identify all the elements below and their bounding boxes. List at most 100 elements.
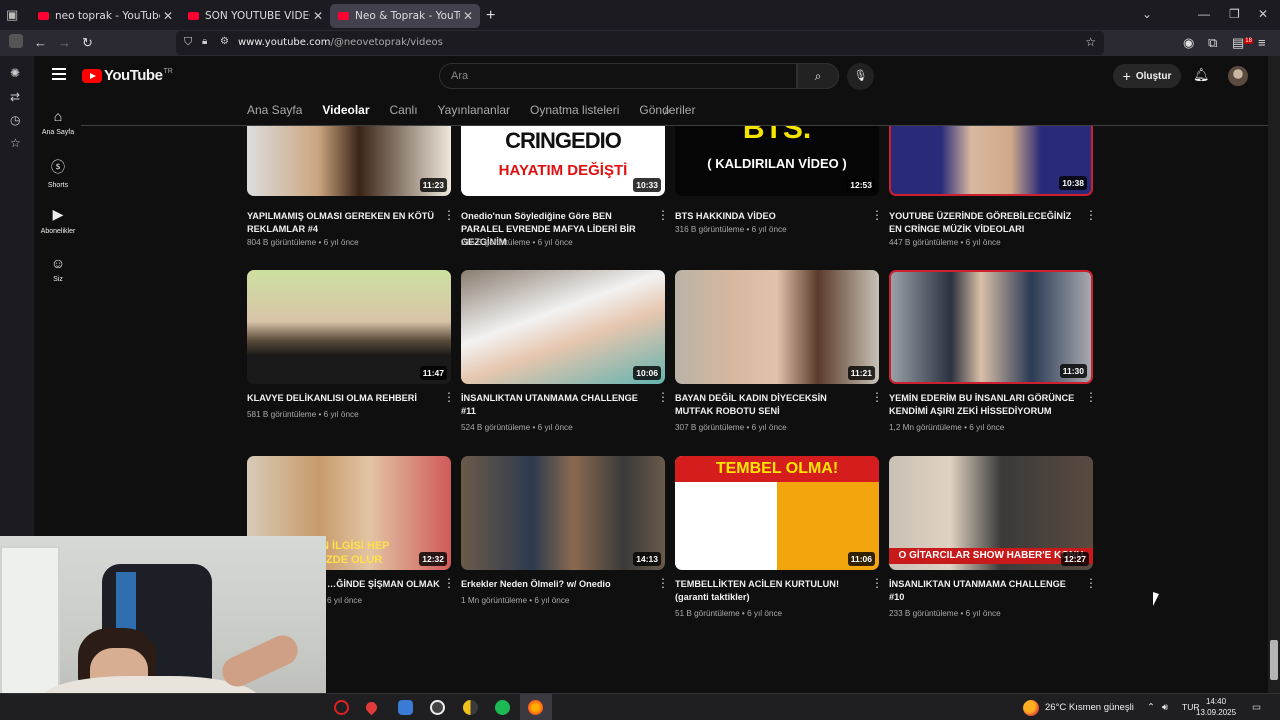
- maximize-icon[interactable]: ❐: [1229, 7, 1240, 21]
- video-card[interactable]: 11:23 YAPILMAMIŞ OLMASI GEREKEN EN KÖTÜ …: [247, 126, 455, 247]
- tab-playlists[interactable]: Oynatma listeleri: [530, 103, 619, 127]
- video-thumbnail[interactable]: TEMBEL OLMA! 11:06: [675, 456, 879, 570]
- video-thumbnail[interactable]: BTS. ( KALDIRILAN VİDEO ) 12:53: [675, 126, 879, 196]
- video-thumbnail[interactable]: 10:38: [889, 126, 1093, 196]
- channel-search-icon[interactable]: ⌕: [664, 104, 671, 119]
- video-thumbnail[interactable]: 11:47: [247, 270, 451, 384]
- extension-badge-icon[interactable]: ▤18: [1232, 35, 1253, 51]
- lock-icon[interactable]: 🔒︎: [202, 36, 207, 47]
- more-actions-icon[interactable]: ⋮: [1085, 577, 1097, 589]
- reload-icon[interactable]: ↻: [82, 35, 93, 51]
- app-icon[interactable]: [463, 700, 478, 715]
- video-title[interactable]: İNSANLIKTAN UTANMAMA CHALLENGE #10: [889, 578, 1077, 604]
- video-card[interactable]: 10:38 YOUTUBE ÜZERİNDE GÖREBİLECEĞİNİZ E…: [889, 126, 1097, 247]
- tray-chevron-up-icon[interactable]: ⌃: [1147, 702, 1155, 713]
- video-thumbnail[interactable]: 14:13: [461, 456, 665, 570]
- maps-icon[interactable]: [363, 699, 380, 716]
- tab-releases[interactable]: Yayınlananlar: [438, 103, 511, 127]
- video-title[interactable]: İNSANLIKTAN UTANMAMA CHALLENGE #11: [461, 392, 649, 418]
- steam-icon[interactable]: [430, 700, 445, 715]
- video-card[interactable]: 11:47 KLAVYE DELİKANLISI OLMA REHBERİ 58…: [247, 270, 455, 419]
- video-card[interactable]: 11:30 YEMİN EDERİM BU İNSANLARI GÖRÜNCE …: [889, 270, 1097, 432]
- more-actions-icon[interactable]: ⋮: [443, 577, 455, 589]
- more-actions-icon[interactable]: ⋮: [443, 209, 455, 221]
- video-thumbnail[interactable]: 10:06: [461, 270, 665, 384]
- more-actions-icon[interactable]: ⋮: [657, 391, 669, 403]
- close-tab-icon[interactable]: ✕: [460, 9, 476, 23]
- close-tab-icon[interactable]: ✕: [160, 9, 176, 23]
- more-actions-icon[interactable]: ⋮: [657, 577, 669, 589]
- sidebar-toggle-icon[interactable]: [9, 34, 23, 48]
- video-card[interactable]: 11:21 BAYAN DEĞİL KADIN DİYECEKSİN MUTFA…: [675, 270, 883, 432]
- search-input[interactable]: Ara: [439, 63, 797, 89]
- synced-tabs-icon[interactable]: ⇄: [10, 90, 20, 104]
- video-thumbnail[interactable]: 11:30: [889, 270, 1093, 384]
- video-title[interactable]: BAYAN DEĞİL KADIN DİYECEKSİN MUTFAK ROBO…: [675, 392, 863, 418]
- clock[interactable]: 14:40 13.09.2025: [1196, 696, 1236, 718]
- weather-text[interactable]: 26°C Kısmen güneşli: [1045, 702, 1134, 713]
- weather-icon[interactable]: [1023, 700, 1039, 716]
- account-icon[interactable]: ◉: [1183, 35, 1194, 51]
- video-card[interactable]: CRINGEDIO HAYATIM DEĞİŞTİ 10:33 Onedio'n…: [461, 126, 669, 247]
- voice-search-button[interactable]: 🎙︎: [847, 63, 874, 90]
- close-tab-icon[interactable]: ✕: [310, 9, 326, 23]
- video-title[interactable]: YEMİN EDERİM BU İNSANLARI GÖRÜNCE KENDİM…: [889, 392, 1077, 418]
- shield-icon[interactable]: ⛉: [184, 36, 192, 49]
- video-thumbnail[interactable]: CRINGEDIO HAYATIM DEĞİŞTİ 10:33: [461, 126, 665, 196]
- more-actions-icon[interactable]: ⋮: [1085, 391, 1097, 403]
- video-title[interactable]: YOUTUBE ÜZERİNDE GÖREBİLECEĞİNİZ EN CRİN…: [889, 210, 1077, 236]
- tab-live[interactable]: Canlı: [390, 103, 418, 127]
- opera-icon[interactable]: [334, 700, 349, 715]
- video-card[interactable]: O GİTARCILAR SHOW HABER'E KONU 12:27 İNS…: [889, 456, 1097, 618]
- video-card[interactable]: 10:06 İNSANLIKTAN UTANMAMA CHALLENGE #11…: [461, 270, 669, 432]
- bookmarks-icon[interactable]: ☆: [10, 136, 21, 150]
- more-actions-icon[interactable]: ⋮: [871, 577, 883, 589]
- video-thumbnail[interactable]: 11:21: [675, 270, 879, 384]
- menu-icon[interactable]: ≡: [1258, 35, 1266, 50]
- more-actions-icon[interactable]: ⋮: [443, 391, 455, 403]
- volume-icon[interactable]: 🔊︎: [1162, 702, 1168, 713]
- video-title[interactable]: TEMBELLİKTEN ACİLEN KURTULUN! (garanti t…: [675, 578, 863, 604]
- tab-home[interactable]: Ana Sayfa: [247, 103, 302, 127]
- video-card[interactable]: TEMBEL OLMA! 11:06 TEMBELLİKTEN ACİLEN K…: [675, 456, 883, 618]
- spotify-icon[interactable]: [495, 700, 510, 715]
- bookmark-star-icon[interactable]: ☆: [1085, 35, 1096, 49]
- more-actions-icon[interactable]: ⋮: [1085, 209, 1097, 221]
- video-title[interactable]: KLAVYE DELİKANLISI OLMA REHBERİ: [247, 392, 435, 405]
- video-title[interactable]: BTS HAKKINDA VİDEO: [675, 210, 863, 223]
- chevron-down-icon[interactable]: ⌄: [1142, 7, 1152, 21]
- notifications-bell-icon[interactable]: 🔔︎: [1193, 67, 1210, 83]
- ai-chat-icon[interactable]: ✺: [10, 66, 20, 80]
- forward-icon[interactable]: →: [58, 35, 71, 50]
- more-actions-icon[interactable]: ⋮: [871, 209, 883, 221]
- permissions-icon[interactable]: ⚙: [220, 36, 229, 47]
- video-title[interactable]: Erkekler Neden Ölmeli? w/ Onedio: [461, 578, 649, 591]
- close-window-icon[interactable]: ✕: [1258, 7, 1268, 21]
- browser-tab-3[interactable]: Neo & Toprak - YouTube ✕: [330, 4, 480, 28]
- url-bar[interactable]: ⛉ 🔒︎ ⚙ www.youtube.com/@neovetoprak/vide…: [176, 31, 1104, 55]
- tab-list-icon[interactable]: ▣: [6, 7, 22, 23]
- video-card[interactable]: BTS. ( KALDIRILAN VİDEO ) 12:53 BTS HAKK…: [675, 126, 883, 234]
- guide-menu-icon[interactable]: [52, 68, 66, 80]
- avatar[interactable]: [1228, 66, 1248, 86]
- back-icon[interactable]: ←: [34, 35, 47, 50]
- notifications-icon[interactable]: ▭: [1252, 702, 1261, 713]
- scrollbar-thumb[interactable]: [1270, 640, 1278, 680]
- page-scrollbar[interactable]: [1268, 56, 1280, 696]
- history-icon[interactable]: ◷: [10, 113, 20, 127]
- video-thumbnail[interactable]: O GİTARCILAR SHOW HABER'E KONU 12:27: [889, 456, 1093, 570]
- tab-videos[interactable]: Videolar: [322, 103, 370, 127]
- app-window-icon[interactable]: [398, 700, 413, 715]
- search-button[interactable]: ⌕: [797, 63, 839, 89]
- video-thumbnail[interactable]: 11:23: [247, 126, 451, 196]
- create-button[interactable]: + Oluştur: [1113, 64, 1181, 88]
- video-title[interactable]: YAPILMAMIŞ OLMASI GEREKEN EN KÖTÜ REKLAM…: [247, 210, 435, 236]
- new-tab-icon[interactable]: +: [486, 7, 495, 25]
- extensions-icon[interactable]: ⧉: [1208, 35, 1217, 51]
- minimize-icon[interactable]: —: [1198, 7, 1210, 21]
- browser-tab-2[interactable]: SON YOUTUBE VİDEOM - YouTu ✕: [180, 4, 330, 28]
- youtube-logo[interactable]: YouTube TR: [82, 67, 173, 84]
- browser-tab-1[interactable]: neo toprak - YouTube ✕: [30, 4, 180, 28]
- more-actions-icon[interactable]: ⋮: [871, 391, 883, 403]
- video-card[interactable]: 14:13 Erkekler Neden Ölmeli? w/ Onedio 1…: [461, 456, 669, 605]
